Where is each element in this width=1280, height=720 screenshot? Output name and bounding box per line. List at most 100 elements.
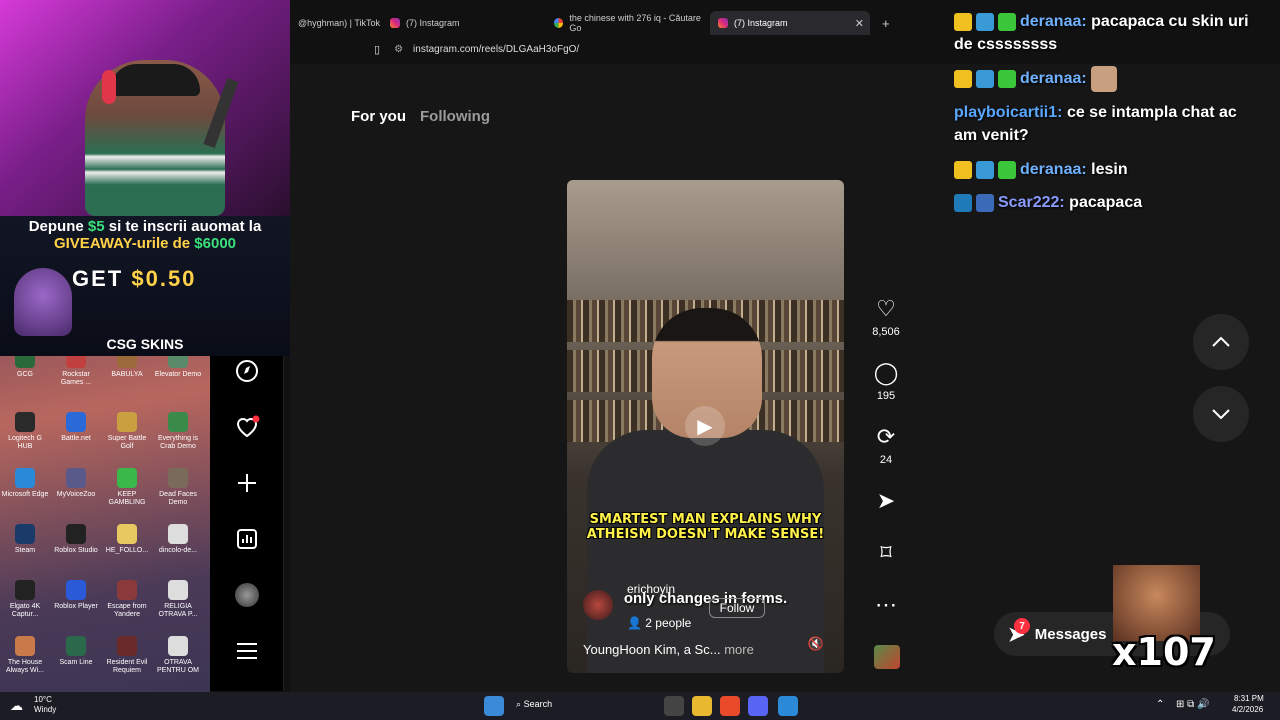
comment-icon[interactable]: ◯ [866,360,906,386]
new-tab-button[interactable]: + [874,11,894,35]
desktop-icon[interactable]: Roblox Studio [51,524,101,555]
app-icon [15,468,35,488]
webcam-overlay [0,0,290,216]
taskview-icon[interactable] [664,696,684,716]
tab-instagram-1[interactable]: (7) Instagram [382,11,542,35]
author-username[interactable]: erichoyin [627,582,675,596]
desktop-icon[interactable]: HE_FOLLO... [102,524,152,555]
site-info-icon[interactable]: ⚙ [394,44,403,55]
app-icon [168,524,188,544]
weather-icon[interactable]: ☁ [10,698,23,714]
desktop-icon[interactable]: MyVoiceZoo [51,468,101,499]
app-icon [15,524,35,544]
desktop-icon[interactable]: Resident Evil Requiem [102,636,152,675]
save-action[interactable]: ⌑ [866,540,906,566]
tab-following[interactable]: Following [420,108,490,125]
desktop-icon[interactable]: Battle.net [51,412,101,443]
desktop-icon[interactable]: dincolo-de... [153,524,203,555]
desktop-icon-label: dincolo-de... [158,547,198,554]
tab-for-you[interactable]: For you [351,108,406,125]
desktop-icon-label: Roblox Player [54,603,98,610]
desktop-icon[interactable]: Escape from Yandere [102,580,152,619]
desktop-icon-label: Steam [14,547,36,554]
chat-message: deranaa: pacapaca cu skin uri de cssssss… [954,13,1249,54]
desktop-icon[interactable]: Elgato 4K Captur... [0,580,50,619]
desktop-icon-label: Roblox Studio [54,547,98,554]
tray-chevron-icon[interactable]: ⌃ [1156,699,1164,710]
video-caption: SMARTEST MAN EXPLAINS WHY ATHEISM DOESN'… [586,512,825,542]
weather-temp[interactable]: 10°C [34,695,52,704]
desktop-icon[interactable]: OTRAVA PENTRU OM [153,636,203,675]
more-icon[interactable]: ⋯ [866,592,906,618]
desktop-icon-label: Rockstar Games ... [60,371,92,386]
more-link[interactable]: more [724,642,754,657]
brave-icon[interactable] [720,696,740,716]
tab-tiktok[interactable]: @hyghman) | TikTok [290,11,382,35]
audio-thumbnail[interactable] [874,645,900,669]
notifications-heart-icon[interactable] [232,412,262,442]
tab-label: (7) Instagram [734,18,788,28]
desktop-icon-label: Super Battle Golf [107,435,147,450]
tab-google-search[interactable]: the chinese with 276 iq - Căutare Go [546,11,706,35]
repost-action[interactable]: ⟳ 24 [866,424,906,466]
previous-reel-button[interactable] [1193,314,1249,370]
profile-avatar-icon[interactable] [232,580,262,610]
discord-icon[interactable] [748,696,768,716]
promo-line-2: GIVEAWAY-urile de $6000 [53,235,237,252]
more-options[interactable]: ⋯ [866,592,906,618]
desktop-icon[interactable]: Logitech G HUB [0,412,50,451]
desktop-icon-label: Microsoft Edge [1,491,49,498]
tab-label: @hyghman) | TikTok [298,18,381,28]
tab-instagram-active[interactable]: (7) Instagram ✕ [710,11,870,35]
notepad-icon[interactable] [778,696,798,716]
desktop-icon[interactable]: Super Battle Golf [102,412,152,451]
clock-date[interactable]: 4/2/2026 [1232,705,1263,714]
follow-button[interactable]: Follow [709,598,765,618]
address-bar[interactable]: ▯ ⚙ instagram.com/reels/DLGAaH3oFgO/ [290,38,950,60]
desktop-icon[interactable]: Everything is Crab Demo [153,412,203,451]
dashboard-icon[interactable] [232,524,262,554]
desktop-icon[interactable]: Roblox Player [51,580,101,611]
desktop-icon-label: Elevator Demo [154,371,202,378]
taskbar-search[interactable]: ⌕ Search [516,699,552,710]
repost-icon[interactable]: ⟳ [866,424,906,450]
desktop-icon[interactable]: Microsoft Edge [0,468,50,499]
app-icon [117,412,137,432]
bookmark-icon[interactable]: ⌑ [866,540,906,566]
desktop-icon[interactable]: RELIGIA OTRAVA P... [153,580,203,619]
clock-time[interactable]: 8:31 PM [1234,694,1264,703]
tagged-people[interactable]: 👤 2 people [627,616,691,630]
menu-hamburger-icon[interactable] [232,636,262,666]
reposts-count: 24 [879,454,893,466]
close-tab-icon[interactable]: ✕ [855,17,870,30]
share-icon[interactable]: ➤ [866,488,906,514]
search-icon: ⌕ [516,699,522,709]
tray-icons[interactable]: ⊞ ⧉ 🔊 [1176,699,1210,710]
next-reel-button[interactable] [1193,386,1249,442]
weather-desc[interactable]: Windy [34,705,56,714]
desktop-icon[interactable]: KEEP GAMBLING [102,468,152,507]
mute-icon[interactable]: 🔇 [807,636,825,654]
headset-icon [102,70,116,104]
bookmark-icon[interactable]: ▯ [374,43,380,56]
windows-start-icon[interactable] [484,696,504,716]
url-text[interactable]: instagram.com/reels/DLGAaH3oFgO/ [413,44,579,55]
share-action[interactable]: ➤ [866,488,906,514]
desktop-icon[interactable]: Dead Faces Demo [153,468,203,507]
desktop-icon[interactable]: The House Always Wi... [0,636,50,675]
like-action[interactable]: ♡ 8,506 [866,296,906,338]
play-icon[interactable]: ▶ [685,406,725,446]
author-avatar[interactable] [583,590,613,620]
desktop-icon[interactable]: Steam [0,524,50,555]
create-plus-icon[interactable] [232,468,262,498]
mascot-icon [14,268,72,336]
desktop-icon[interactable]: Scam Line [51,636,101,667]
explore-icon[interactable] [232,356,262,386]
heart-icon[interactable]: ♡ [866,296,906,322]
desktop-icon-label: HE_FOLLO... [105,547,149,554]
desktop-icons: GCG Rockstar Games ... BABULYA Elevator Dem… [0,348,210,692]
file-explorer-icon[interactable] [692,696,712,716]
comment-action[interactable]: ◯ 195 [866,360,906,402]
tab-label: (7) Instagram [406,18,460,28]
likes-count: 8,506 [872,326,900,338]
